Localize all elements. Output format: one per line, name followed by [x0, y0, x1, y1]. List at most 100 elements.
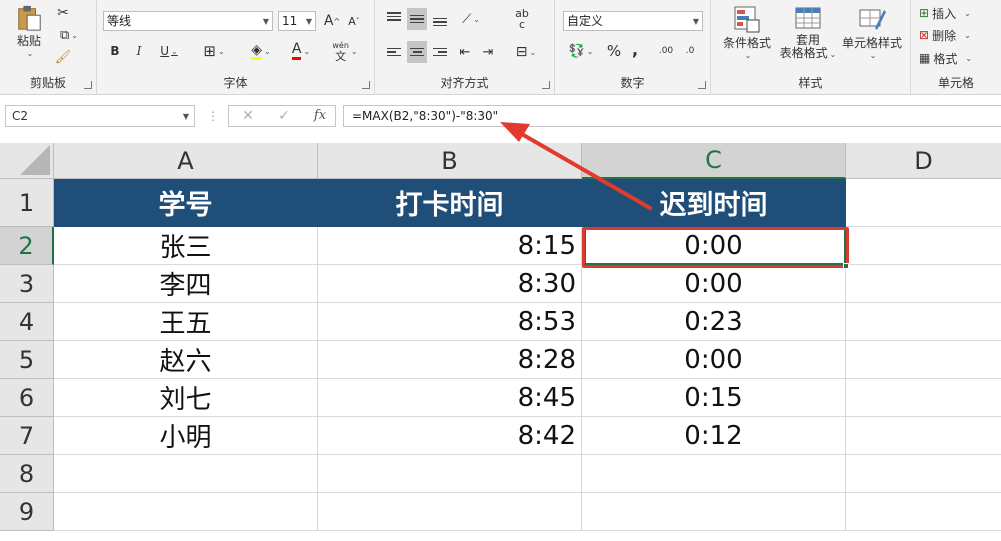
fx-icon: fx	[313, 108, 327, 123]
cell-a6[interactable]: 刘七	[54, 379, 318, 417]
select-all-button[interactable]	[0, 143, 54, 179]
cell-d9[interactable]	[846, 493, 1001, 531]
row-header-2[interactable]: 2	[0, 227, 54, 265]
cell-c8[interactable]	[582, 455, 846, 493]
cell-d7[interactable]	[846, 417, 1001, 455]
shrink-font-button[interactable]: Aˇ	[345, 11, 363, 31]
cell-a5[interactable]: 赵六	[54, 341, 318, 379]
decrease-indent-button[interactable]: ⇤	[455, 41, 475, 63]
cell-c5[interactable]: 0:00	[582, 341, 846, 379]
cell-b7[interactable]: 8:42	[318, 417, 582, 455]
cell-b4[interactable]: 8:53	[318, 303, 582, 341]
clipboard-launcher-icon[interactable]	[84, 81, 92, 89]
italic-button[interactable]: I	[129, 40, 149, 62]
align-left-button[interactable]	[384, 41, 404, 63]
cell-d1[interactable]	[846, 179, 1001, 227]
cell-b3[interactable]: 8:30	[318, 265, 582, 303]
font-size-select[interactable]: 11 ▼	[278, 11, 316, 31]
name-box[interactable]: C2 ▼	[5, 105, 195, 127]
column-header-c[interactable]: C	[582, 143, 846, 179]
cell-d3[interactable]	[846, 265, 1001, 303]
row-header-7[interactable]: 7	[0, 417, 54, 455]
delete-button[interactable]: ⊠ 删除 ⌄	[919, 25, 991, 45]
cell-d8[interactable]	[846, 455, 1001, 493]
enter-button[interactable]: ✓	[269, 106, 299, 126]
bold-button[interactable]: B	[105, 40, 125, 62]
cell-a7[interactable]: 小明	[54, 417, 318, 455]
cell-a3[interactable]: 李四	[54, 265, 318, 303]
align-top-button[interactable]	[384, 8, 404, 30]
cell-a8[interactable]	[54, 455, 318, 493]
increase-decimal-button[interactable]: .00	[655, 40, 677, 62]
cell-a9[interactable]	[54, 493, 318, 531]
number-format-select[interactable]: 自定义 ▼	[563, 11, 703, 31]
grow-font-button[interactable]: A ^	[323, 11, 341, 31]
increase-indent-button[interactable]: ⇥	[478, 41, 498, 63]
cell-c6[interactable]: 0:15	[582, 379, 846, 417]
orientation-button[interactable]: ⟋ ⌄	[455, 8, 487, 30]
cell-b1[interactable]: 打卡时间	[318, 179, 582, 227]
column-header-a[interactable]: A	[54, 143, 318, 179]
cell-d4[interactable]	[846, 303, 1001, 341]
row-header-4[interactable]: 4	[0, 303, 54, 341]
insert-button[interactable]: ⊞ 插入 ⌄	[919, 3, 991, 23]
border-button[interactable]: ⊞ ⌄	[197, 40, 231, 62]
row-header-9[interactable]: 9	[0, 493, 54, 531]
cell-c9[interactable]	[582, 493, 846, 531]
insert-function-button[interactable]: fx	[305, 106, 335, 126]
column-header-b[interactable]: B	[318, 143, 582, 179]
alignment-launcher-icon[interactable]	[542, 81, 550, 89]
row-header-1[interactable]: 1	[0, 179, 54, 227]
font-name-select[interactable]: 等线 ▼	[103, 11, 273, 31]
percent-button[interactable]: %	[605, 40, 623, 62]
cell-b5[interactable]: 8:28	[318, 341, 582, 379]
fill-handle[interactable]	[843, 263, 849, 269]
format-painter-button[interactable]: 🖌	[54, 48, 72, 66]
row-header-6[interactable]: 6	[0, 379, 54, 417]
cell-a4[interactable]: 王五	[54, 303, 318, 341]
row-header-8[interactable]: 8	[0, 455, 54, 493]
cut-button[interactable]: ✂	[54, 4, 72, 22]
merge-center-icon: ⊟	[515, 44, 528, 60]
number-launcher-icon[interactable]	[698, 81, 706, 89]
align-middle-button[interactable]	[407, 8, 427, 30]
cell-d6[interactable]	[846, 379, 1001, 417]
row-header-5[interactable]: 5	[0, 341, 54, 379]
cell-c7[interactable]: 0:12	[582, 417, 846, 455]
cell-d5[interactable]	[846, 341, 1001, 379]
format-button[interactable]: ▦ 格式 ⌄	[919, 48, 991, 68]
align-right-button[interactable]	[430, 41, 450, 63]
underline-button[interactable]: U ⌄	[153, 40, 185, 62]
cell-b9[interactable]	[318, 493, 582, 531]
merge-center-button[interactable]: ⊟ ⌄	[509, 41, 543, 63]
font-color-button[interactable]: A ⌄	[285, 40, 317, 62]
cell-b6[interactable]: 8:45	[318, 379, 582, 417]
cell-styles-button[interactable]: 单元格样式 ⌄	[839, 4, 905, 70]
fill-color-button[interactable]: ◈ ⌄	[243, 40, 279, 62]
paste-button[interactable]: 粘贴 ⌄	[10, 4, 48, 58]
cell-c3[interactable]: 0:00	[582, 265, 846, 303]
formula-input[interactable]: =MAX(B2,"8:30")-"8:30"	[343, 105, 1001, 127]
cell-d2[interactable]	[846, 227, 1001, 265]
align-bottom-button[interactable]	[430, 8, 450, 30]
column-header-d[interactable]: D	[846, 143, 1001, 179]
comma-button[interactable]: ,	[627, 38, 643, 60]
font-launcher-icon[interactable]	[362, 81, 370, 89]
phonetic-button[interactable]: wén 文 ⌄	[327, 38, 363, 64]
cell-c4[interactable]: 0:23	[582, 303, 846, 341]
cell-a2[interactable]: 张三	[54, 227, 318, 265]
formula-bar-grip-icon[interactable]: ⋮	[207, 109, 219, 123]
cell-b2[interactable]: 8:15	[318, 227, 582, 265]
wrap-text-button[interactable]: ab c	[511, 6, 533, 32]
cell-a1[interactable]: 学号	[54, 179, 318, 227]
cell-c1[interactable]: 迟到时间	[582, 179, 846, 227]
cancel-button[interactable]: ✕	[233, 106, 263, 126]
align-center-button[interactable]	[407, 41, 427, 63]
cell-b8[interactable]	[318, 455, 582, 493]
row-header-3[interactable]: 3	[0, 265, 54, 303]
conditional-format-button[interactable]: 条件格式 ⌄	[719, 4, 775, 70]
copy-button[interactable]: ⧉ ⌄	[54, 26, 84, 44]
currency-button[interactable]: 💱 ⌄	[563, 40, 599, 62]
format-as-table-button[interactable]: 套用 表格格式 ⌄	[777, 4, 839, 70]
decrease-decimal-button[interactable]: .0	[679, 40, 701, 62]
